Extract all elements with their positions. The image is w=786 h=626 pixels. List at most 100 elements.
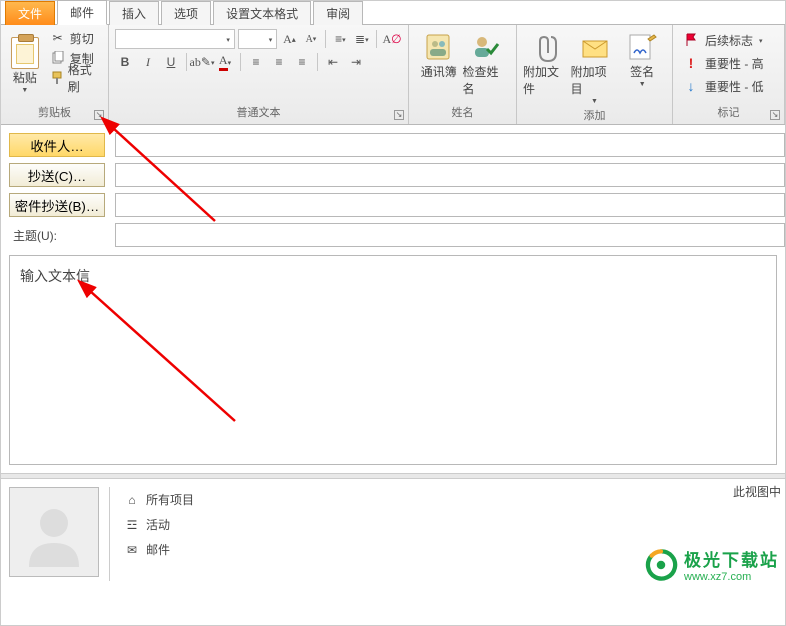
home-icon: ⌂: [124, 492, 140, 508]
low-importance-icon: ↓: [683, 78, 699, 94]
cut-button[interactable]: ✂ 剪切: [47, 29, 102, 47]
check-names-button[interactable]: 检查姓名: [463, 29, 511, 102]
site-watermark: 极光下载站 www.xz7.com: [644, 546, 779, 583]
high-importance-label: 重要性 - 高: [705, 55, 764, 72]
tab-mail[interactable]: 邮件: [57, 0, 107, 25]
format-painter-label: 格式刷: [68, 61, 99, 95]
ribbon-tabs: 文件 邮件 插入 选项 设置文本格式 审阅: [1, 1, 785, 25]
ribbon: 粘贴 ▼ ✂ 剪切 复制 格式刷: [1, 25, 785, 125]
envelope-icon: ✉: [124, 542, 140, 558]
address-book-button[interactable]: 通讯簿: [415, 29, 463, 102]
watermark-title: 极光下载站: [684, 546, 779, 571]
activity-tab[interactable]: ☲ 活动: [120, 514, 198, 535]
subject-input[interactable]: [115, 223, 785, 247]
flag-icon: [683, 32, 699, 48]
outdent-button[interactable]: ⇤: [323, 52, 343, 72]
followup-button[interactable]: 后续标志 ▾: [679, 29, 778, 51]
check-names-label: 检查姓名: [463, 63, 511, 97]
signature-button[interactable]: 签名 ▼: [618, 29, 666, 105]
tab-format[interactable]: 设置文本格式: [213, 1, 311, 25]
activity-icon: ☲: [124, 517, 140, 533]
watermark-logo-icon: [644, 548, 678, 582]
group-tags-label: 标记↘: [679, 102, 778, 122]
group-font-label: 普通文本↘: [115, 102, 402, 122]
tab-insert[interactable]: 插入: [109, 1, 159, 25]
chevron-down-icon: ▾: [759, 37, 763, 45]
group-clipboard: 粘贴 ▼ ✂ 剪切 复制 格式刷: [1, 25, 109, 124]
address-book-label: 通讯簿: [421, 63, 457, 80]
attach-item-label: 附加项目: [571, 63, 619, 97]
cut-label: 剪切: [70, 30, 94, 47]
group-attach: 附加文件 附加项目 ▼ 签名 ▼ 添加: [517, 25, 673, 124]
signature-icon: [626, 31, 658, 63]
mail-tab[interactable]: ✉ 邮件: [120, 539, 198, 560]
dialog-launcher-icon[interactable]: ↘: [770, 110, 780, 120]
group-names-label: 姓名: [415, 102, 510, 122]
mail-body[interactable]: 输入文本信: [9, 255, 777, 465]
watermark-url: www.xz7.com: [684, 571, 779, 583]
copy-icon: [50, 50, 66, 66]
format-painter-button[interactable]: 格式刷: [47, 69, 102, 87]
dialog-launcher-icon[interactable]: ↘: [394, 110, 404, 120]
shrink-font-button[interactable]: A▾: [302, 29, 320, 49]
paste-icon: [11, 37, 39, 69]
chevron-down-icon: ▼: [21, 87, 28, 94]
bcc-button[interactable]: 密件抄送(B)…: [9, 193, 105, 217]
attach-file-button[interactable]: 附加文件: [523, 29, 571, 105]
to-button[interactable]: 收件人…: [9, 133, 105, 157]
signature-label: 签名: [630, 63, 654, 80]
chevron-down-icon: ▼: [591, 98, 598, 105]
clear-format-button[interactable]: A∅: [382, 29, 402, 49]
body-text: 输入文本信: [20, 268, 90, 284]
chevron-down-icon: ▾: [269, 36, 273, 44]
font-size-combo[interactable]: ▾: [238, 29, 277, 49]
address-book-icon: [423, 31, 455, 63]
group-tags: 后续标志 ▾ ! 重要性 - 高 ↓ 重要性 - 低 标记↘: [673, 25, 785, 124]
all-items-tab[interactable]: ⌂ 所有项目: [120, 489, 198, 510]
italic-button[interactable]: I: [138, 52, 158, 72]
activity-label: 活动: [146, 516, 170, 533]
underline-button[interactable]: U: [161, 52, 181, 72]
high-importance-button[interactable]: ! 重要性 - 高: [679, 52, 778, 74]
subject-label: 主题(U):: [9, 227, 105, 244]
attach-item-icon: [579, 31, 611, 63]
group-clipboard-label: 剪贴板↘: [7, 102, 102, 122]
contact-avatar: [9, 487, 99, 577]
attach-item-button[interactable]: 附加项目 ▼: [571, 29, 619, 105]
numbering-button[interactable]: ≣▾: [353, 29, 371, 49]
check-names-icon: [470, 31, 502, 63]
tab-file[interactable]: 文件: [5, 1, 55, 25]
align-center-button[interactable]: ≡: [269, 52, 289, 72]
font-color-button[interactable]: A▾: [215, 52, 235, 72]
dialog-launcher-icon[interactable]: ↘: [94, 110, 104, 120]
grow-font-button[interactable]: A▴: [280, 29, 298, 49]
all-items-label: 所有项目: [146, 491, 194, 508]
view-caption: 此视图中: [733, 483, 781, 500]
high-importance-icon: !: [683, 55, 699, 71]
to-input[interactable]: [115, 133, 785, 157]
tab-review[interactable]: 审阅: [313, 1, 363, 25]
people-pane-nav: ⌂ 所有项目 ☲ 活动 ✉ 邮件: [120, 489, 198, 581]
highlight-button[interactable]: ab✎▾: [192, 52, 212, 72]
cc-input[interactable]: [115, 163, 785, 187]
recipients-area: 收件人… 抄送(C)… 密件抄送(B)… 主题(U):: [1, 125, 785, 247]
bullets-button[interactable]: ≡▾: [331, 29, 349, 49]
low-importance-button[interactable]: ↓ 重要性 - 低: [679, 75, 778, 97]
align-right-button[interactable]: ≡: [292, 52, 312, 72]
group-font: ▾ ▾ A▴ A▾ ≡▾ ≣▾ A∅ B I U ab✎▾ A▾ ≡ ≡ ≡: [109, 25, 409, 124]
bold-button[interactable]: B: [115, 52, 135, 72]
chevron-down-icon: ▼: [639, 81, 646, 88]
align-left-button[interactable]: ≡: [246, 52, 266, 72]
group-attach-label: 添加: [523, 105, 666, 125]
paste-button[interactable]: 粘贴 ▼: [7, 29, 43, 102]
paste-label: 粘贴: [13, 69, 37, 86]
tab-options[interactable]: 选项: [161, 1, 211, 25]
font-name-combo[interactable]: ▾: [115, 29, 235, 49]
bcc-input[interactable]: [115, 193, 785, 217]
followup-label: 后续标志: [705, 32, 753, 49]
mail-tab-label: 邮件: [146, 541, 170, 558]
brush-icon: [50, 70, 64, 86]
indent-button[interactable]: ⇥: [346, 52, 366, 72]
group-names: 通讯簿 检查姓名 姓名: [409, 25, 517, 124]
cc-button[interactable]: 抄送(C)…: [9, 163, 105, 187]
